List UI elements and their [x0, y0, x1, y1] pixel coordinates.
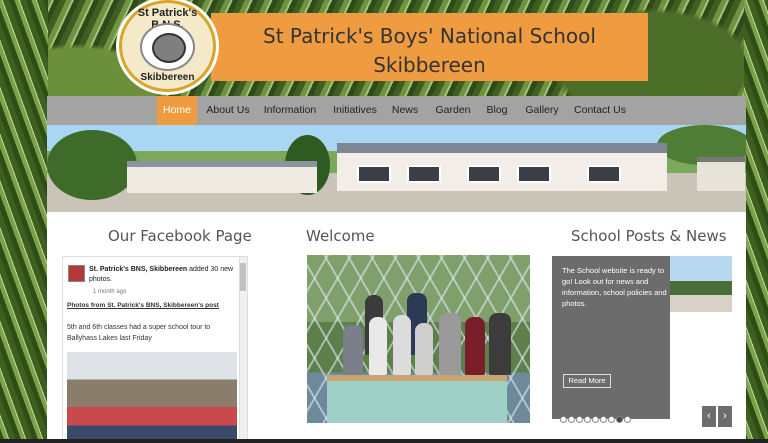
facebook-page-name[interactable]: St. Patrick's BNS, Skibbereen — [89, 266, 187, 273]
school-posts-slider[interactable]: The School website is ready to go! Look … — [552, 256, 732, 419]
facebook-post-header: St. Patrick's BNS, Skibbereen added 30 n… — [89, 265, 239, 285]
slider-dot[interactable] — [608, 416, 615, 423]
slider-next-button[interactable]: › — [718, 406, 732, 427]
facebook-widget[interactable]: St. Patrick's BNS, Skibbereen added 30 n… — [62, 256, 248, 443]
photo-person — [343, 325, 363, 375]
slider-dot[interactable] — [600, 416, 607, 423]
nav-contact-us[interactable]: Contact Us — [571, 96, 629, 125]
site-title-banner: St Patrick's Boys' National School Skibb… — [211, 13, 648, 81]
facebook-scrollbar[interactable] — [239, 257, 247, 442]
nav-blog[interactable]: Blog — [484, 96, 510, 125]
nav-garden[interactable]: Garden — [433, 96, 473, 125]
basketball-book-icon — [152, 33, 186, 63]
school-crest-logo[interactable]: St Patrick's B.N.S. Skibbereen — [119, 0, 216, 92]
nav-about-us[interactable]: About Us — [203, 96, 253, 125]
posts-slide-text: The School website is ready to go! Look … — [562, 266, 667, 308]
hero-prefab-hut — [697, 157, 745, 191]
hero-window — [407, 165, 441, 183]
photo-garden-bench — [327, 375, 507, 423]
nav-home[interactable]: Home — [157, 96, 197, 125]
welcome-photo — [307, 255, 530, 423]
posts-slide-image — [670, 256, 732, 312]
facebook-post-time[interactable]: 1 month ago — [93, 289, 126, 295]
facebook-page-avatar[interactable] — [68, 265, 85, 282]
photo-person — [439, 313, 461, 375]
facebook-section-title: Our Facebook Page — [108, 227, 252, 245]
os-taskbar — [0, 439, 768, 443]
photo-person — [465, 317, 485, 375]
slider-prev-button[interactable]: ‹ — [702, 406, 716, 427]
photo-person — [369, 317, 387, 375]
main-content-panel: Home About Us Information Initiatives Ne… — [47, 96, 746, 443]
hero-school-photo — [47, 125, 746, 212]
logo-emblem — [140, 23, 195, 71]
facebook-scrollbar-thumb[interactable] — [240, 263, 246, 291]
slider-dot[interactable] — [592, 416, 599, 423]
posts-slide-blank — [670, 312, 732, 419]
posts-section-title: School Posts & News — [571, 227, 727, 245]
hero-window — [357, 165, 391, 183]
slider-dot[interactable] — [568, 416, 575, 423]
background-foliage-left — [0, 0, 48, 443]
hero-window — [587, 165, 621, 183]
nav-initiatives[interactable]: Initiatives — [330, 96, 380, 125]
site-title-line1: St Patrick's Boys' National School — [263, 24, 596, 48]
welcome-section-title: Welcome — [306, 227, 375, 245]
hero-window — [467, 165, 501, 183]
site-title-line2: Skibbereen — [373, 53, 486, 77]
slider-dot[interactable] — [560, 416, 567, 423]
slider-dot[interactable] — [624, 416, 631, 423]
facebook-post-photo[interactable] — [67, 352, 237, 442]
logo-text-bottom: Skibbereen — [140, 72, 195, 83]
background-foliage-right — [744, 0, 768, 443]
hero-window — [517, 165, 551, 183]
nav-news[interactable]: News — [390, 96, 420, 125]
slider-dot-active[interactable] — [616, 416, 623, 423]
read-more-button[interactable]: Read More — [563, 374, 611, 388]
photo-person — [415, 323, 433, 375]
facebook-post-link[interactable]: Photos from St. Patrick's BNS, Skibberee… — [67, 302, 219, 309]
slider-dot[interactable] — [584, 416, 591, 423]
hero-building-main — [337, 143, 667, 191]
hero-building-left — [127, 161, 317, 193]
nav-gallery[interactable]: Gallery — [522, 96, 562, 125]
nav-information[interactable]: Information — [262, 96, 318, 125]
slider-dot[interactable] — [576, 416, 583, 423]
facebook-post-text: 5th and 6th classes had a super school t… — [67, 324, 211, 342]
photo-person — [393, 315, 411, 375]
main-navigation: Home About Us Information Initiatives Ne… — [47, 96, 746, 125]
hero-tree — [47, 130, 137, 200]
photo-person — [489, 313, 511, 375]
